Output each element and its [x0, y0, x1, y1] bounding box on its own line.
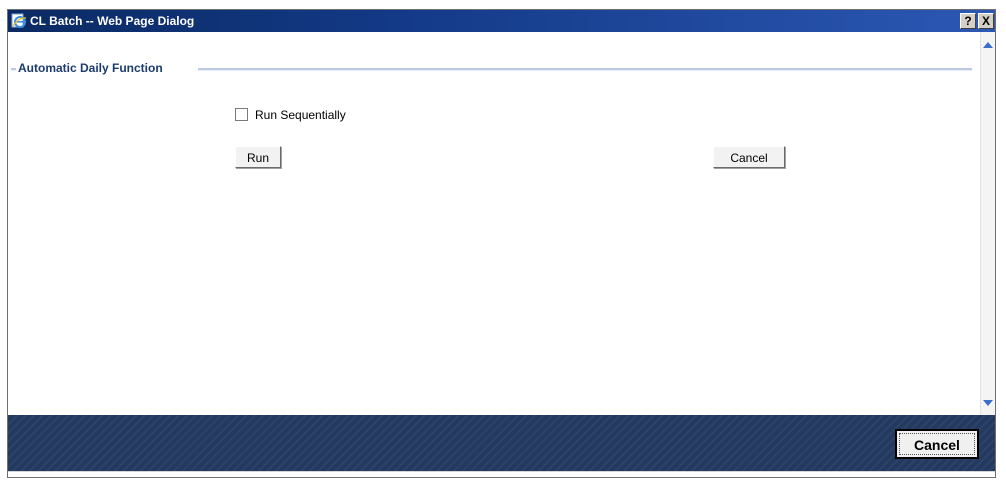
section-legend: Automatic Daily Function: [18, 61, 163, 75]
close-button[interactable]: X: [978, 13, 994, 29]
run-sequentially-label[interactable]: Run Sequentially: [255, 107, 346, 123]
scroll-down-icon[interactable]: [983, 400, 993, 406]
footer-bar: Cancel: [8, 415, 995, 471]
dialog-window: CL Batch -- Web Page Dialog ? X Automati…: [7, 9, 996, 478]
window-title: CL Batch -- Web Page Dialog: [30, 14, 195, 28]
dialog-content: Automatic Daily Function Run Sequentiall…: [8, 32, 980, 415]
run-button[interactable]: Run: [235, 146, 281, 168]
fieldset-border-right: [198, 68, 972, 71]
title-bar[interactable]: CL Batch -- Web Page Dialog ? X: [8, 10, 995, 32]
vertical-scrollbar[interactable]: [980, 32, 995, 415]
bottom-strip: [8, 471, 995, 477]
run-sequentially-checkbox[interactable]: [235, 108, 248, 121]
scroll-up-icon[interactable]: [983, 42, 993, 48]
footer-cancel-button[interactable]: Cancel: [895, 429, 979, 459]
help-button[interactable]: ?: [960, 13, 976, 29]
cancel-button[interactable]: Cancel: [713, 146, 785, 168]
ie-page-icon: [11, 13, 27, 29]
fieldset-border-left: [11, 68, 16, 71]
